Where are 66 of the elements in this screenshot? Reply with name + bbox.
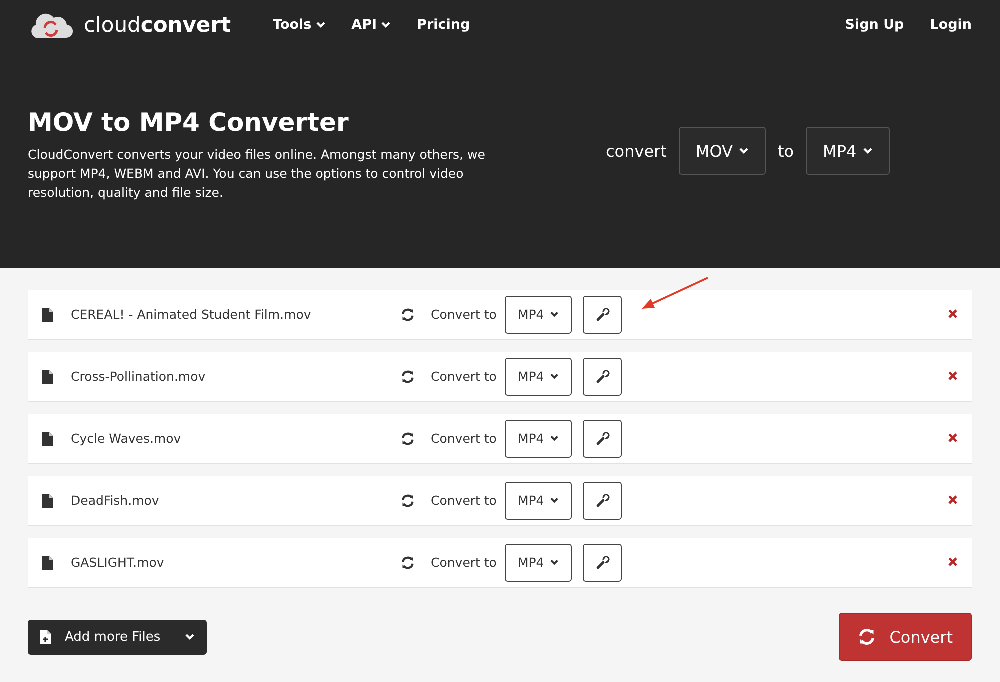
nav-link[interactable]: Tools [273, 17, 326, 33]
convert-to-label: Convert to [431, 307, 497, 322]
nav-link[interactable]: Pricing [417, 17, 470, 33]
file-name: DeadFish.mov [71, 493, 160, 508]
refresh-icon [858, 628, 876, 646]
wrench-icon [596, 432, 610, 446]
file-name: GASLIGHT.mov [71, 555, 166, 570]
convert-to-label: Convert to [431, 555, 497, 570]
wrench-icon [596, 494, 610, 508]
file-name: CEREAL! - Animated Student Film.mov [71, 307, 312, 322]
file-name: Cross-Pollination.mov [71, 369, 207, 384]
page-title: MOV to MP4 Converter [28, 108, 350, 137]
file-name: Cycle Waves.mov [71, 431, 182, 446]
convert-to-label: Convert to [431, 493, 497, 508]
close-icon [948, 309, 958, 319]
format-select[interactable]: MP4 [504, 420, 572, 458]
chevron-icon [550, 434, 560, 443]
refresh-icon [401, 556, 415, 570]
chevron-icon [316, 20, 326, 30]
format-select[interactable]: MP4 [504, 544, 572, 582]
chevron-icon [738, 146, 749, 156]
wrench-icon [596, 308, 610, 322]
logo-text[interactable]: cloudconvert [84, 13, 232, 37]
page-description: CloudConvert converts your video files online. Amongst many others, we support MP4, WEBM and AVI. You can use the options to control video resolution, quality and file size. [28, 146, 486, 202]
file-plus-icon [40, 630, 51, 644]
chevron-icon [550, 496, 560, 505]
close-icon [948, 557, 958, 567]
convert-to-label: Convert to [431, 431, 497, 446]
wrench-icon [596, 556, 610, 570]
close-icon [948, 495, 958, 505]
file-icon [42, 432, 53, 446]
settings-button[interactable] [583, 544, 622, 582]
settings-button[interactable] [583, 296, 622, 334]
settings-button[interactable] [583, 482, 622, 520]
file-icon [42, 556, 53, 570]
refresh-icon [401, 432, 415, 446]
chevron-icon [550, 372, 560, 381]
file-icon [42, 308, 53, 322]
add-files-button[interactable]: Add more Files [28, 620, 207, 654]
format-select[interactable]: MP4 [504, 482, 572, 520]
file-icon [42, 370, 53, 384]
settings-button[interactable] [583, 358, 622, 396]
chevron-icon [550, 558, 560, 567]
refresh-icon [401, 494, 415, 508]
close-icon [948, 433, 958, 443]
chevron-icon [862, 146, 873, 156]
to-label: to [778, 142, 794, 160]
convert-to-label: Convert to [431, 369, 497, 384]
format-select[interactable]: MP4 [504, 358, 572, 396]
chevron-icon [185, 632, 195, 642]
nav-link[interactable]: API [352, 17, 392, 33]
format-select[interactable]: MP4 [504, 296, 572, 334]
file-icon [42, 494, 53, 508]
close-icon [948, 371, 958, 381]
refresh-icon [401, 308, 415, 322]
nav-link[interactable]: Sign Up [845, 17, 904, 33]
convert-label: convert [606, 142, 667, 160]
refresh-icon [401, 370, 415, 384]
chevron-icon [550, 310, 560, 319]
settings-button[interactable] [583, 420, 622, 458]
output-format-select[interactable]: MP4 [806, 127, 890, 175]
chevron-icon [381, 20, 392, 30]
nav-link[interactable]: Login [930, 17, 972, 33]
wrench-icon [596, 370, 610, 384]
convert-button[interactable]: Convert [838, 613, 972, 661]
input-format-select[interactable]: MOV [678, 127, 766, 175]
